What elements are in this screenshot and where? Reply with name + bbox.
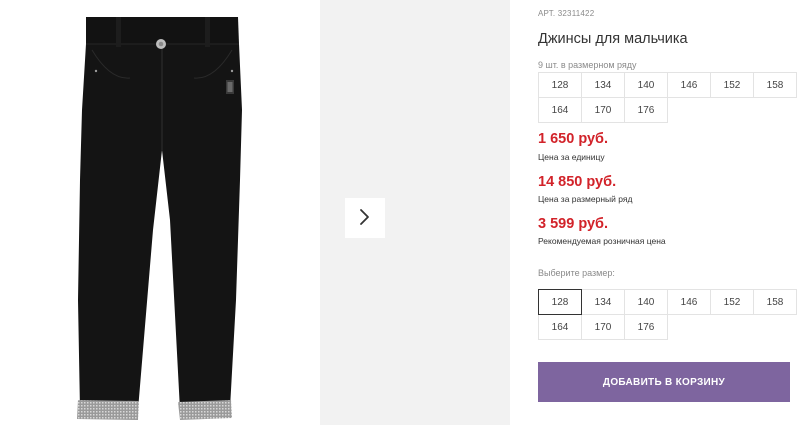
size-row-cell: 146 — [667, 72, 711, 98]
article-number: АРТ. 32311422 — [538, 9, 595, 18]
size-option-164[interactable]: 164 — [538, 314, 582, 340]
size-option-152[interactable]: 152 — [710, 289, 754, 315]
add-to-cart-button[interactable]: ДОБАВИТЬ В КОРЗИНУ — [538, 362, 790, 402]
size-option-128[interactable]: 128 — [538, 289, 582, 315]
size-row-price: 14 850 руб. — [538, 174, 617, 190]
size-option-158[interactable]: 158 — [753, 289, 797, 315]
size-row-cell: 176 — [624, 97, 668, 123]
size-row-table: 128 134 140 146 152 158 164 170 176 — [538, 72, 797, 123]
size-row-price-label: Цена за размерный ряд — [538, 194, 633, 204]
size-option-176[interactable]: 176 — [624, 314, 668, 340]
product-photo[interactable] — [0, 0, 320, 425]
size-row-cell: 158 — [753, 72, 797, 98]
chevron-right-icon — [359, 208, 371, 229]
size-row-cell: 152 — [710, 72, 754, 98]
size-option-146[interactable]: 146 — [667, 289, 711, 315]
size-row-cell: 170 — [581, 97, 625, 123]
retail-price: 3 599 руб. — [538, 216, 609, 232]
product-gallery — [0, 0, 510, 425]
unit-price-label: Цена за единицу — [538, 152, 605, 162]
black-jeans-photo — [77, 17, 242, 420]
size-row-note: 9 шт. в размерном ряду — [538, 60, 637, 70]
size-option-134[interactable]: 134 — [581, 289, 625, 315]
size-select-label: Выберите размер: — [538, 268, 615, 278]
size-row-cell: 164 — [538, 97, 582, 123]
size-row-cell: 140 — [624, 72, 668, 98]
unit-price: 1 650 руб. — [538, 131, 609, 147]
size-row-cell: 134 — [581, 72, 625, 98]
size-selector: 128 134 140 146 152 158 164 170 176 — [538, 289, 797, 340]
product-info: АРТ. 32311422 Джинсы для мальчика 9 шт. … — [538, 0, 800, 425]
size-option-140[interactable]: 140 — [624, 289, 668, 315]
size-row-cell: 128 — [538, 72, 582, 98]
retail-price-label: Рекомендуемая розничная цена — [538, 236, 666, 246]
next-image-button[interactable] — [345, 198, 385, 238]
size-option-170[interactable]: 170 — [581, 314, 625, 340]
product-title: Джинсы для мальчика — [538, 31, 688, 47]
